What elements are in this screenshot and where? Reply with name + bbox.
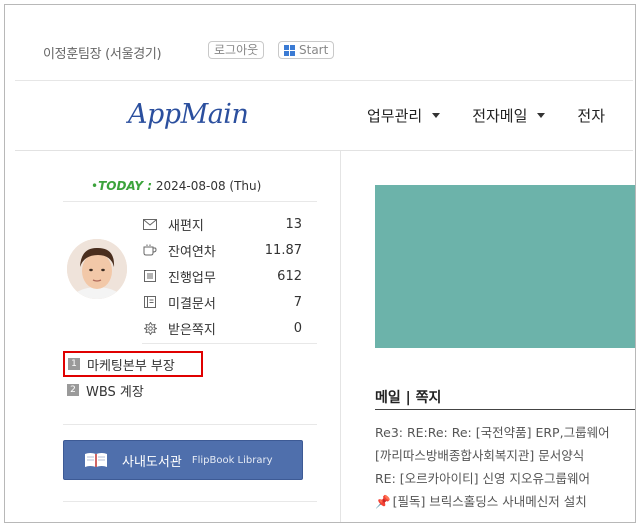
user-bar: 이정훈팀장 (서울경기) 로그아웃 Start: [5, 5, 635, 83]
start-label: Start: [299, 43, 329, 57]
list-item[interactable]: RE: [오르카아이티] 신영 지오유그룹웨어: [375, 467, 635, 490]
chevron-down-icon: [432, 113, 441, 118]
logout-button[interactable]: 로그아웃: [208, 41, 265, 59]
divider: [63, 501, 317, 502]
book-icon: [84, 451, 108, 469]
envelope-icon: [142, 216, 158, 232]
main-nav: 업무관리 전자메일 전자: [367, 105, 635, 126]
divider: [375, 409, 635, 410]
stat-value: 11.87: [264, 242, 302, 258]
stat-new-mail[interactable]: 새편지 13: [142, 211, 302, 237]
stat-value: 13: [285, 216, 302, 232]
nav-item-mail[interactable]: 전자메일: [472, 105, 546, 126]
role-item-wbs[interactable]: 2 WBS 계장: [63, 377, 303, 403]
chevron-down-icon: [537, 113, 546, 118]
stat-label: 새편지: [168, 218, 204, 234]
cup-icon: [142, 242, 158, 258]
today-label: TODAY: [98, 179, 144, 193]
logout-label: 로그아웃: [214, 43, 259, 57]
stat-leave[interactable]: 잔여연차 11.87: [142, 237, 302, 263]
mail-section-title: 메일 | 쪽지: [375, 390, 442, 406]
role-label: 마케팅본부 부장: [87, 358, 175, 374]
role-item-marketing[interactable]: 1 마케팅본부 부장: [63, 351, 203, 377]
header: AppMain 업무관리 전자메일 전자: [5, 83, 635, 151]
stat-label: 진행업무: [168, 270, 216, 286]
nav-item-work[interactable]: 업무관리: [367, 105, 441, 126]
stat-tasks[interactable]: 진행업무 612: [142, 263, 302, 289]
profile-panel: •TODAY : 2024-08-08 (Thu) 새편지 13 잔여연차 11…: [5, 151, 340, 522]
avatar[interactable]: [67, 239, 127, 299]
nav-item-approval[interactable]: 전자: [577, 105, 605, 126]
stat-label: 받은쪽지: [168, 322, 216, 338]
today-value: 2024-08-08 (Thu): [155, 179, 262, 193]
divider: [63, 424, 317, 425]
list-item-label: [필독] 브릭스홀딩스 사내메신저 설치: [392, 494, 587, 509]
divider: [63, 201, 317, 202]
gear-icon: [142, 320, 158, 336]
role-number: 1: [68, 358, 80, 370]
library-label: 사내도서관: [122, 454, 182, 470]
nav-item-label: 전자: [577, 107, 606, 125]
today-date: •TODAY : 2024-08-08 (Thu): [91, 179, 262, 193]
profile-photo: [67, 239, 127, 299]
portal-window: 이정훈팀장 (서울경기) 로그아웃 Start AppMain 업무관리 전자메…: [4, 4, 636, 523]
banner-image[interactable]: [375, 185, 635, 348]
library-sub: FlipBook Library: [191, 454, 273, 466]
app-logo[interactable]: AppMain: [128, 99, 249, 130]
role-number: 2: [67, 384, 79, 396]
windows-icon: [284, 44, 295, 56]
stat-value: 612: [277, 268, 302, 284]
nav-item-label: 업무관리: [367, 107, 423, 125]
user-name: 이정훈팀장 (서울경기): [43, 47, 162, 62]
stat-messages[interactable]: 받은쪽지 0: [142, 315, 302, 341]
stat-pending-docs[interactable]: 미결문서 7: [142, 289, 302, 315]
stats-list: 새편지 13 잔여연차 11.87 진행업무 612 미결문서 7 받은쪽지 0: [142, 211, 302, 341]
list-icon: [142, 268, 158, 284]
divider: [340, 151, 341, 522]
stat-label: 잔여연차: [168, 244, 216, 260]
stat-value: 7: [293, 294, 302, 310]
list-item-pinned[interactable]: 📌 [필독] 브릭스홀딩스 사내메신저 설치: [375, 490, 635, 513]
role-list: 1 마케팅본부 부장 2 WBS 계장: [63, 351, 303, 403]
list-item[interactable]: [까리따스방배종합사회복지관] 문서양식: [375, 444, 635, 467]
role-label: WBS 계장: [86, 384, 144, 400]
document-icon: [142, 294, 158, 310]
start-button[interactable]: Start: [278, 41, 335, 59]
library-button[interactable]: 사내도서관 FlipBook Library: [63, 440, 303, 480]
divider: [15, 80, 633, 81]
divider: [142, 343, 317, 344]
nav-item-label: 전자메일: [472, 107, 528, 125]
list-item[interactable]: Re3: RE:Re: Re: [국전약품] ERP,그룹웨어: [375, 421, 635, 444]
stat-label: 미결문서: [168, 296, 216, 312]
pin-icon: 📌: [375, 494, 391, 509]
stat-value: 0: [293, 320, 302, 336]
mail-list: Re3: RE:Re: Re: [국전약품] ERP,그룹웨어 [까리따스방배종…: [375, 421, 635, 513]
